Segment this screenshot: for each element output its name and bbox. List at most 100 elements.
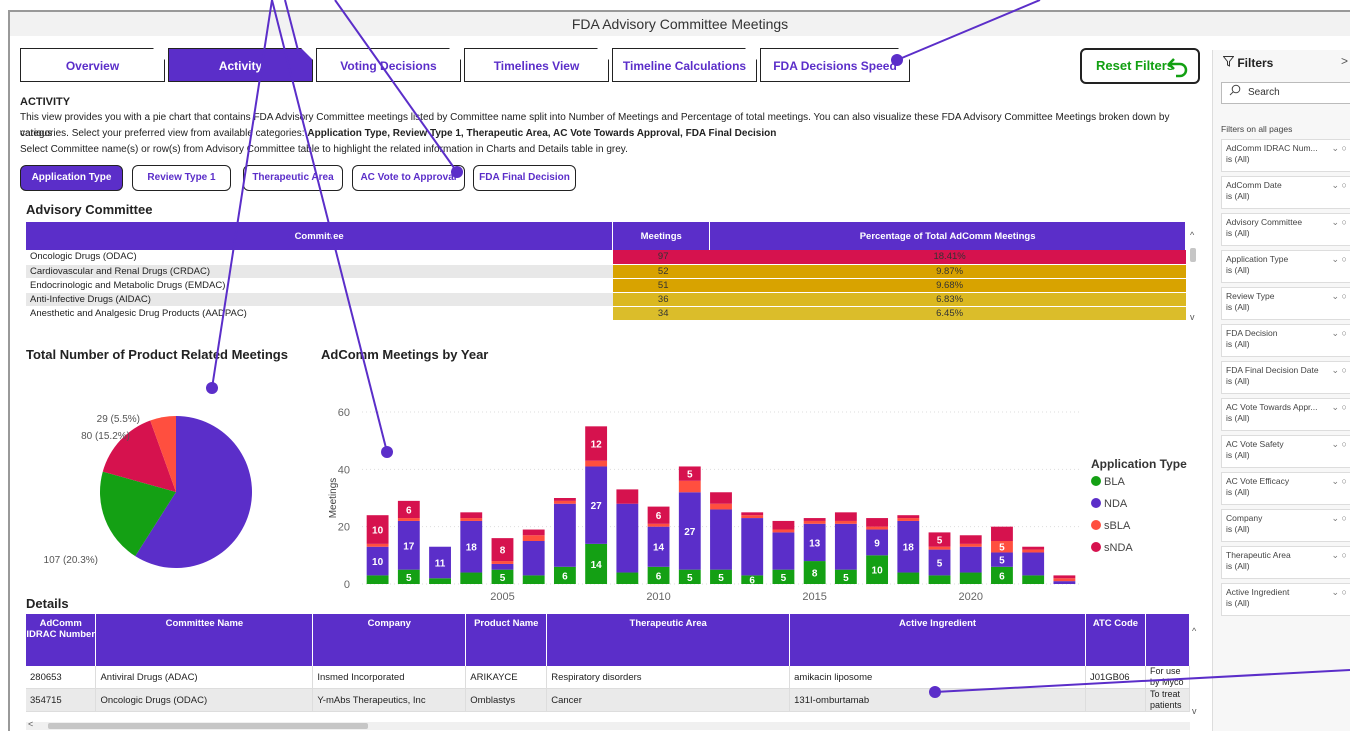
- bar-segment-nda[interactable]: [1053, 581, 1076, 584]
- bar-segment-snda[interactable]: [991, 526, 1013, 541]
- bar-segment-snda[interactable]: [1022, 546, 1045, 550]
- filter-card[interactable]: Application Type is (All) ⌄ ○: [1221, 250, 1350, 283]
- bar-segment-snda[interactable]: [710, 492, 732, 504]
- category-therapeutic-area-button[interactable]: Therapeutic Area: [243, 165, 343, 191]
- details-header-id[interactable]: AdComm IDRAC Number: [26, 614, 97, 666]
- scroll-down-icon[interactable]: v: [1190, 312, 1195, 322]
- bar-segment-sbla[interactable]: [397, 518, 420, 521]
- filter-card[interactable]: AC Vote Efficacy is (All) ⌄ ○: [1221, 472, 1350, 505]
- tab-fda-decisions-speed[interactable]: FDA Decisions Speed: [760, 48, 910, 82]
- details-header-company[interactable]: Company: [312, 614, 467, 666]
- bar-segment-sbla[interactable]: [491, 561, 514, 564]
- table-row[interactable]: Oncologic Drugs (ODAC) 97 18.41%: [26, 250, 1186, 265]
- bar-segment-sbla[interactable]: [366, 543, 389, 547]
- chevron-down-icon[interactable]: ⌄ ○: [1332, 291, 1347, 302]
- bar-segment-snda[interactable]: [803, 518, 826, 521]
- filter-card[interactable]: FDA Decision is (All) ⌄ ○: [1221, 324, 1350, 357]
- chevron-down-icon[interactable]: ⌄ ○: [1332, 180, 1347, 191]
- bar-segment-nda[interactable]: [522, 541, 545, 576]
- filter-card[interactable]: AdComm IDRAC Num... is (All) ⌄ ○: [1221, 139, 1350, 172]
- chevron-down-icon[interactable]: ⌄ ○: [1332, 402, 1347, 413]
- bar-segment-sbla[interactable]: [522, 535, 545, 541]
- legend-marker[interactable]: [1091, 542, 1101, 552]
- bar-segment-nda[interactable]: [553, 503, 576, 567]
- bar-segment-snda[interactable]: [772, 520, 795, 530]
- tab-timelines-view[interactable]: Timelines View: [464, 48, 609, 82]
- legend-label[interactable]: NDA: [1104, 498, 1128, 510]
- bar-segment-sbla[interactable]: [928, 546, 951, 550]
- bar-segment-nda[interactable]: [959, 546, 982, 573]
- bar-segment-nda[interactable]: [834, 523, 857, 570]
- table-row[interactable]: Anesthetic and Analgesic Drug Products (…: [26, 306, 1186, 321]
- column-header-meetings[interactable]: Meetings: [612, 222, 711, 250]
- category-review-type-button[interactable]: Review Type 1: [132, 165, 231, 191]
- bar-segment-sbla[interactable]: [741, 515, 764, 519]
- bar-segment-nda[interactable]: [1022, 552, 1045, 576]
- bar-segment-sbla[interactable]: [959, 543, 982, 547]
- filter-card[interactable]: Review Type is (All) ⌄ ○: [1221, 287, 1350, 320]
- bar-segment-bla[interactable]: [959, 572, 982, 584]
- category-application-type-button[interactable]: Application Type: [20, 165, 123, 191]
- tab-timeline-calculations[interactable]: Timeline Calculations: [612, 48, 757, 82]
- legend-marker[interactable]: [1091, 476, 1101, 486]
- bar-segment-sbla[interactable]: [834, 520, 857, 524]
- chevron-down-icon[interactable]: ⌄ ○: [1332, 143, 1347, 154]
- details-header-ingredient[interactable]: Active Ingredient: [789, 614, 1086, 666]
- chevron-down-icon[interactable]: ⌄ ○: [1332, 217, 1347, 228]
- bar-segment-sbla[interactable]: [585, 460, 608, 467]
- bar-segment-snda[interactable]: [959, 535, 982, 544]
- details-header-extra[interactable]: [1145, 614, 1191, 666]
- bar-segment-bla[interactable]: [1022, 575, 1045, 584]
- filter-card[interactable]: Company is (All) ⌄ ○: [1221, 509, 1350, 542]
- bar-segment-sbla[interactable]: [647, 523, 670, 527]
- tab-activity[interactable]: Activity: [168, 48, 313, 82]
- bar-segment-bla[interactable]: [897, 572, 920, 584]
- chevron-down-icon[interactable]: ⌄ ○: [1332, 365, 1347, 376]
- details-header-area[interactable]: Therapeutic Area: [546, 614, 791, 666]
- bar-segment-sbla[interactable]: [1053, 578, 1076, 582]
- chevron-down-icon[interactable]: ⌄ ○: [1332, 439, 1347, 450]
- bar-segment-sbla[interactable]: [553, 500, 576, 504]
- bar-segment-sbla[interactable]: [460, 518, 483, 521]
- filter-card[interactable]: Therapeutic Area is (All) ⌄ ○: [1221, 546, 1350, 579]
- scroll-left-icon[interactable]: <: [28, 719, 33, 729]
- category-fda-final-decision-button[interactable]: FDA Final Decision: [473, 165, 576, 191]
- reset-filters-button[interactable]: Reset Filters: [1080, 48, 1200, 84]
- bar-segment-bla[interactable]: [460, 572, 483, 584]
- collapse-pane-icon[interactable]: >: [1341, 54, 1348, 68]
- legend-label[interactable]: BLA: [1104, 476, 1125, 488]
- filter-card[interactable]: AC Vote Safety is (All) ⌄ ○: [1221, 435, 1350, 468]
- bar-segment-sbla[interactable]: [803, 520, 826, 524]
- filter-card[interactable]: FDA Final Decision Date is (All) ⌄ ○: [1221, 361, 1350, 394]
- bar-segment-snda[interactable]: [522, 529, 545, 536]
- bar-segment-bla[interactable]: [616, 572, 639, 584]
- bar-segment-nda[interactable]: [772, 532, 795, 570]
- chevron-down-icon[interactable]: ⌄ ○: [1332, 476, 1347, 487]
- legend-marker[interactable]: [1091, 498, 1101, 508]
- details-header-product[interactable]: Product Name: [465, 614, 548, 666]
- bar-segment-snda[interactable]: [897, 515, 920, 519]
- bar-segment-sbla[interactable]: [710, 503, 732, 510]
- bar-segment-nda[interactable]: [616, 503, 639, 573]
- legend-label[interactable]: sBLA: [1104, 520, 1131, 532]
- bar-segment-snda[interactable]: [741, 512, 764, 516]
- bar-segment-sbla[interactable]: [1022, 549, 1045, 553]
- filter-card[interactable]: AdComm Date is (All) ⌄ ○: [1221, 176, 1350, 209]
- bar-segment-bla[interactable]: [928, 575, 951, 584]
- chevron-down-icon[interactable]: ⌄ ○: [1332, 254, 1347, 265]
- filter-card[interactable]: Active Ingredient is (All) ⌄ ○: [1221, 583, 1350, 616]
- bar-segment-nda[interactable]: [741, 518, 764, 576]
- bar-segment-sbla[interactable]: [897, 518, 920, 521]
- details-hscroll-thumb[interactable]: [48, 723, 368, 729]
- bar-segment-snda[interactable]: [1053, 575, 1076, 579]
- tab-overview[interactable]: Overview: [20, 48, 165, 82]
- bar-segment-sbla[interactable]: [678, 480, 701, 493]
- chevron-down-icon[interactable]: ⌄ ○: [1332, 550, 1347, 561]
- filter-search-input[interactable]: Search: [1221, 82, 1350, 104]
- legend-marker[interactable]: [1091, 520, 1101, 530]
- column-header-committee[interactable]: Committee: [26, 222, 614, 250]
- table-row[interactable]: Anti-Infective Drugs (AIDAC) 36 6.83%: [26, 292, 1186, 307]
- bar-segment-snda[interactable]: [866, 518, 889, 527]
- bar-segment-bla[interactable]: [522, 575, 545, 584]
- bar-segment-bla[interactable]: [429, 578, 451, 584]
